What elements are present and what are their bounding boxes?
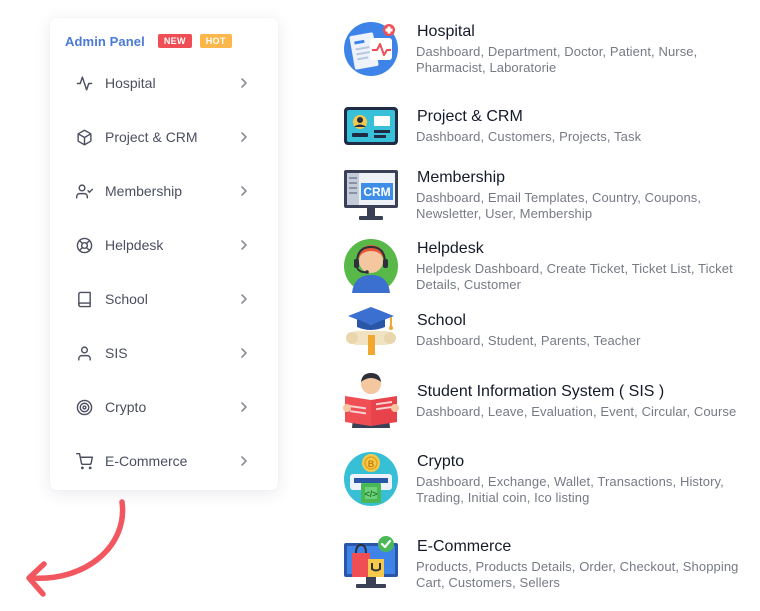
module-title: Helpdesk (417, 240, 484, 257)
hot-badge: HOT (199, 34, 232, 48)
user-check-icon (76, 183, 93, 200)
box-icon (76, 129, 93, 146)
graduation-cap-icon (346, 307, 396, 355)
svg-text:B: B (368, 459, 375, 469)
module-description: Dashboard, Exchange, Wallet, Transaction… (416, 474, 724, 505)
sidebar-title: Admin Panel (65, 33, 145, 49)
chevron-right-icon (241, 402, 247, 412)
module-description: Dashboard, Email Templates, Country, Cou… (416, 190, 702, 221)
lifebuoy-icon (76, 237, 93, 254)
crypto-atm-icon: </> B (344, 452, 398, 506)
crm-screen-text: CRM (363, 185, 390, 199)
chevron-right-icon (241, 348, 247, 358)
sidebar-item-e-commerce[interactable]: E-Commerce (50, 434, 278, 488)
module-description: Dashboard, Customers, Projects, Task (416, 129, 642, 144)
sidebar-item-school[interactable]: School (50, 272, 278, 326)
sidebar-item-sis[interactable]: SIS (50, 326, 278, 380)
user-icon (76, 345, 93, 362)
hospital-clipboard-icon (344, 22, 398, 76)
cart-icon (76, 453, 93, 470)
module-title: E-Commerce (417, 538, 512, 555)
id-card-icon (344, 107, 398, 145)
shopping-monitor-icon (344, 536, 398, 588)
new-badge: NEW (157, 34, 192, 48)
sidebar-item-project-crm[interactable]: Project & CRM (50, 110, 278, 164)
sidebar-item-label: SIS (105, 345, 128, 361)
sidebar-item-label: Project & CRM (105, 129, 198, 145)
module-title: Crypto (417, 453, 465, 470)
sidebar-item-label: School (105, 291, 148, 307)
module-description: Dashboard, Department, Doctor, Patient, … (416, 44, 698, 75)
sidebar-item-hospital[interactable]: Hospital (50, 56, 278, 110)
sidebar-item-label: Helpdesk (105, 237, 164, 253)
chevron-right-icon (241, 78, 247, 88)
module-description: Products, Products Details, Order, Check… (416, 559, 739, 590)
sidebar-item-membership[interactable]: Membership (50, 164, 278, 218)
book-icon (76, 291, 93, 308)
chevron-right-icon (241, 294, 247, 304)
chevron-right-icon (241, 132, 247, 142)
admin-panel-sidebar: Admin Panel NEW HOT Hospital Project & C… (50, 18, 278, 490)
chevron-right-icon (241, 240, 247, 250)
target-icon (76, 399, 93, 416)
sidebar-item-crypto[interactable]: Crypto (50, 380, 278, 434)
module-list: Hospital Dashboard, Department, Doctor, … (342, 0, 760, 611)
chevron-right-icon (241, 456, 247, 466)
module-title: Hospital (417, 23, 475, 40)
sidebar-item-label: E-Commerce (105, 453, 188, 469)
sidebar-item-label: Hospital (105, 75, 156, 91)
curved-arrow-icon (26, 499, 126, 597)
module-description: Dashboard, Student, Parents, Teacher (416, 333, 641, 348)
sidebar-item-helpdesk[interactable]: Helpdesk (50, 218, 278, 272)
sidebar-item-label: Crypto (105, 399, 147, 415)
module-description: Dashboard, Leave, Evaluation, Event, Cir… (416, 404, 737, 419)
student-reading-icon (343, 373, 399, 428)
sidebar-item-label: Membership (105, 183, 183, 199)
activity-icon (76, 75, 93, 92)
sidebar-header: Admin Panel NEW HOT (65, 33, 232, 49)
crm-monitor-icon: CRM (344, 170, 398, 220)
svg-text:</>: </> (364, 489, 377, 499)
chevron-right-icon (241, 186, 247, 196)
support-agent-icon (344, 239, 398, 293)
module-title: Student Information System ( SIS ) (417, 383, 665, 400)
module-title: Project & CRM (417, 108, 523, 125)
sidebar-menu: Hospital Project & CRM Membership Helpde… (50, 56, 278, 488)
module-description: Helpdesk Dashboard, Create Ticket, Ticke… (416, 261, 733, 292)
module-title: Membership (417, 169, 506, 186)
module-title: School (417, 312, 466, 329)
